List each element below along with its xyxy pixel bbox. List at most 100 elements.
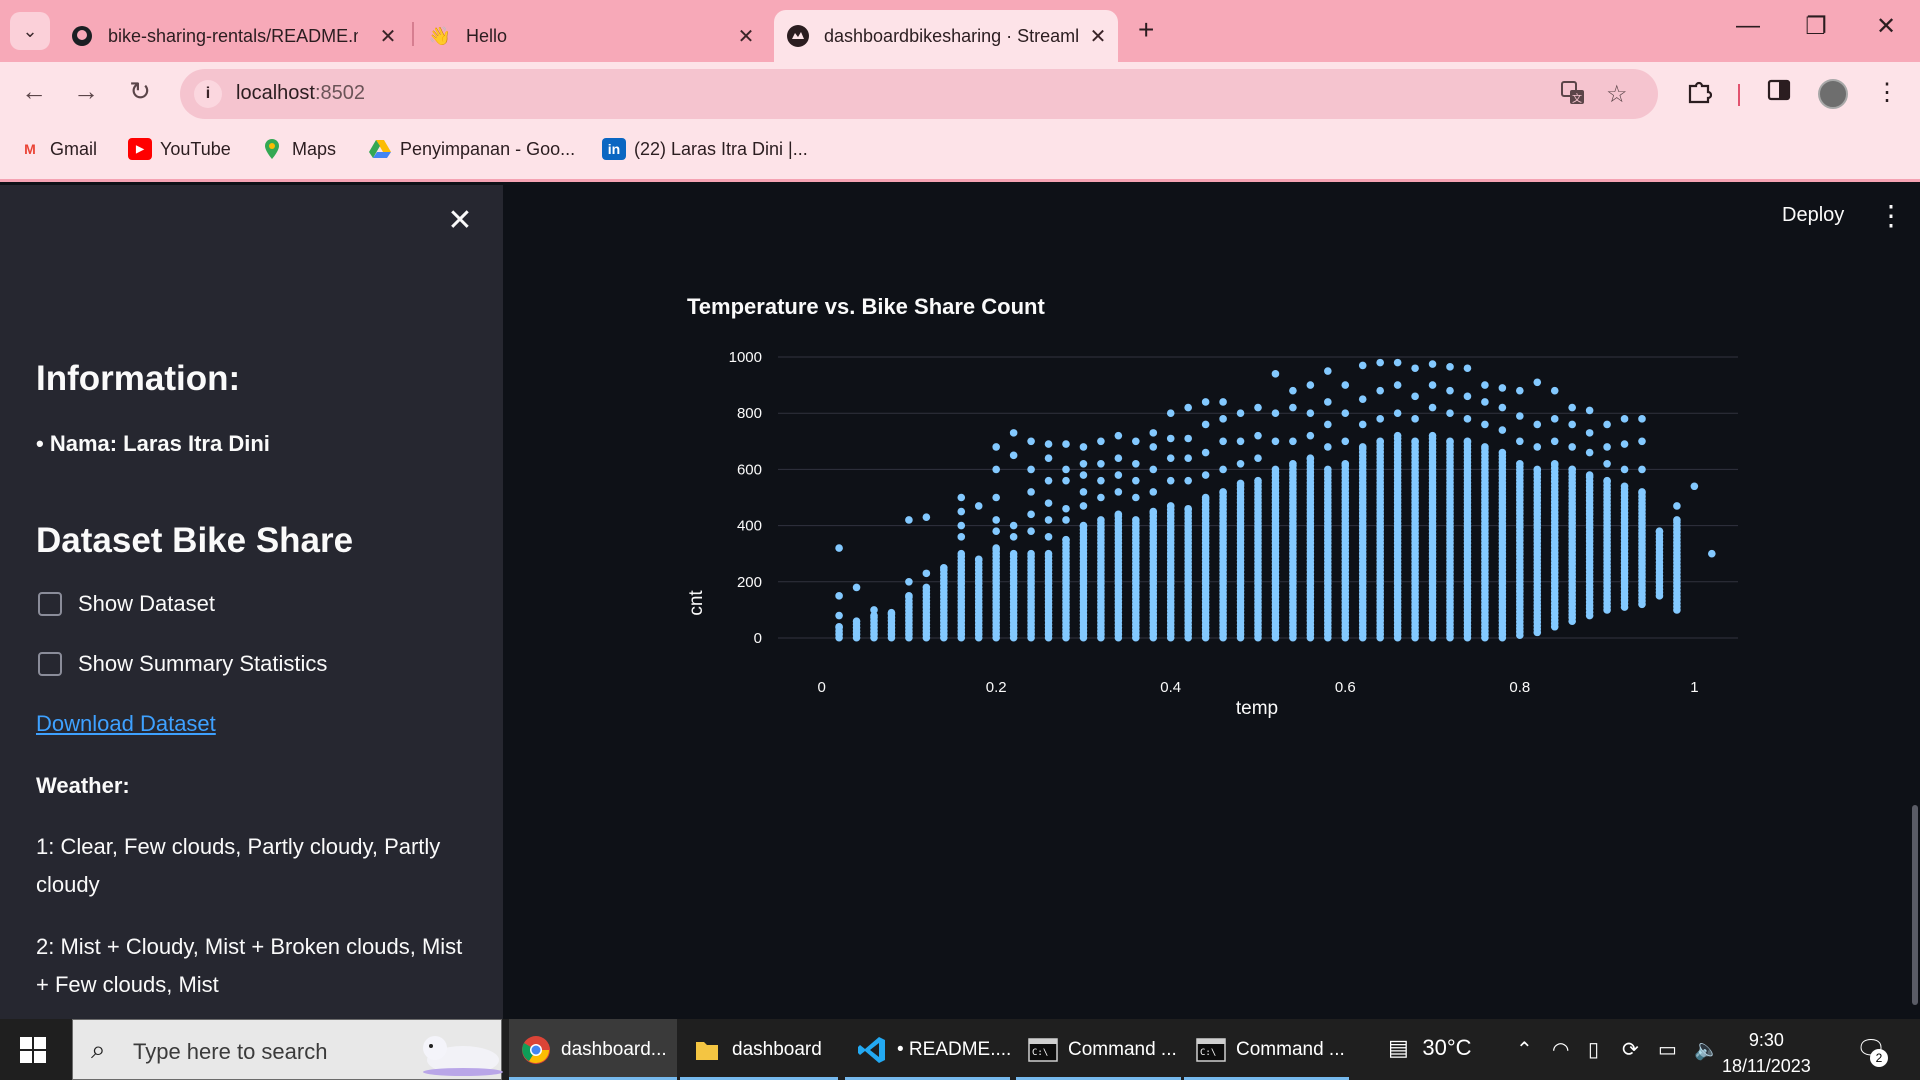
weather-widget[interactable]: ▤ 30°C — [1388, 1035, 1472, 1061]
data-point[interactable] — [1027, 549, 1035, 558]
site-info-icon[interactable]: i — [194, 80, 222, 108]
data-point[interactable] — [1009, 533, 1018, 541]
data-point[interactable] — [1166, 502, 1175, 510]
data-point[interactable] — [1550, 459, 1559, 468]
data-point[interactable] — [1184, 403, 1192, 412]
tab-dashboard[interactable]: dashboardbikesharing · Streaml ✕ — [774, 10, 1118, 62]
data-point[interactable] — [1236, 409, 1245, 417]
data-point[interactable] — [957, 493, 966, 502]
data-point[interactable] — [1184, 454, 1192, 462]
data-point[interactable] — [1271, 409, 1280, 417]
data-point[interactable] — [1603, 476, 1611, 485]
data-point[interactable] — [1358, 443, 1367, 451]
data-point[interactable] — [1062, 476, 1070, 485]
data-point[interactable] — [1516, 386, 1524, 395]
data-point[interactable] — [835, 544, 843, 552]
data-point[interactable] — [1638, 465, 1646, 474]
data-point[interactable] — [1498, 448, 1507, 457]
data-point[interactable] — [1428, 431, 1437, 440]
data-point[interactable] — [1289, 403, 1297, 412]
download-dataset-link[interactable]: Download Dataset — [36, 711, 216, 737]
data-point[interactable] — [1027, 465, 1035, 474]
data-point[interactable] — [992, 516, 1000, 524]
data-point[interactable] — [1062, 535, 1070, 544]
data-point[interactable] — [1341, 437, 1350, 446]
data-point[interactable] — [1498, 384, 1507, 392]
new-tab-button[interactable]: + — [1138, 14, 1154, 46]
data-point[interactable] — [870, 606, 878, 614]
data-point[interactable] — [1585, 471, 1594, 479]
data-point[interactable] — [1079, 502, 1088, 510]
data-point[interactable] — [1324, 443, 1332, 451]
bookmark-maps[interactable]: Maps — [260, 138, 336, 160]
translate-icon[interactable]: 文 — [1560, 80, 1586, 113]
data-point[interactable] — [1324, 420, 1332, 429]
close-window-button[interactable]: ✕ — [1866, 12, 1906, 41]
data-point[interactable] — [1358, 395, 1367, 403]
data-point[interactable] — [1114, 471, 1123, 479]
data-point[interactable] — [1219, 465, 1227, 474]
data-point[interactable] — [1271, 370, 1280, 378]
data-point[interactable] — [1533, 443, 1542, 451]
data-point[interactable] — [1481, 398, 1489, 406]
sync-icon[interactable]: ⟳ — [1622, 1037, 1639, 1062]
data-point[interactable] — [1166, 434, 1175, 443]
data-point[interactable] — [1062, 516, 1070, 524]
profile-avatar[interactable] — [1818, 79, 1848, 109]
data-point[interactable] — [1603, 420, 1611, 429]
data-point[interactable] — [1411, 392, 1419, 401]
data-point[interactable] — [957, 507, 966, 516]
data-point[interactable] — [1393, 358, 1402, 367]
data-point[interactable] — [957, 533, 966, 541]
data-point[interactable] — [1550, 386, 1559, 395]
side-panel-icon[interactable] — [1762, 78, 1796, 109]
data-point[interactable] — [1446, 409, 1454, 417]
data-point[interactable] — [1201, 420, 1210, 429]
data-point[interactable] — [1585, 406, 1594, 415]
data-point[interactable] — [992, 544, 1000, 552]
data-point[interactable] — [1428, 403, 1437, 412]
data-point[interactable] — [1393, 381, 1402, 389]
data-point[interactable] — [1568, 403, 1576, 412]
data-point[interactable] — [1376, 358, 1384, 367]
data-point[interactable] — [1044, 440, 1053, 448]
data-point[interactable] — [1376, 437, 1384, 446]
data-point[interactable] — [1341, 459, 1350, 468]
data-point[interactable] — [1446, 386, 1454, 395]
data-point[interactable] — [1236, 459, 1245, 468]
data-point[interactable] — [1219, 398, 1227, 406]
data-point[interactable] — [1236, 479, 1245, 488]
data-point[interactable] — [1027, 437, 1035, 446]
data-point[interactable] — [992, 493, 1000, 502]
data-point[interactable] — [1620, 415, 1629, 423]
data-point[interactable] — [1079, 488, 1088, 496]
data-point[interactable] — [957, 521, 966, 530]
data-point[interactable] — [1358, 420, 1367, 429]
data-point[interactable] — [1271, 437, 1280, 446]
data-point[interactable] — [905, 592, 913, 600]
data-point[interactable] — [1655, 527, 1664, 536]
data-point[interactable] — [1533, 378, 1542, 387]
data-point[interactable] — [1690, 482, 1699, 491]
forward-button[interactable]: → — [68, 76, 104, 107]
close-icon[interactable]: ✕ — [1086, 24, 1110, 49]
data-point[interactable] — [1149, 465, 1158, 474]
data-point[interactable] — [1114, 431, 1123, 440]
data-point[interactable] — [835, 611, 843, 620]
data-point[interactable] — [992, 443, 1000, 451]
data-point[interactable] — [1009, 521, 1018, 530]
data-point[interactable] — [1184, 476, 1192, 485]
deploy-button[interactable]: Deploy — [1782, 204, 1844, 227]
tab-readme[interactable]: bike-sharing-rentals/README.m ✕ — [70, 10, 400, 62]
data-point[interactable] — [1341, 381, 1350, 389]
data-point[interactable] — [1358, 361, 1367, 370]
data-point[interactable] — [1254, 403, 1262, 412]
data-point[interactable] — [1097, 493, 1105, 502]
data-point[interactable] — [1376, 386, 1384, 395]
data-point[interactable] — [957, 549, 966, 558]
data-point[interactable] — [1132, 476, 1140, 485]
data-point[interactable] — [1638, 488, 1646, 496]
data-point[interactable] — [1463, 364, 1472, 373]
data-point[interactable] — [1516, 437, 1524, 446]
data-point[interactable] — [1149, 443, 1158, 451]
